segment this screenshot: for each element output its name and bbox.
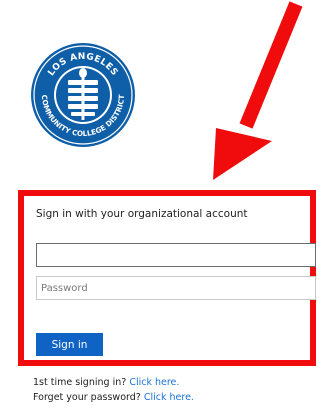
- first-time-text: 1st time signing in?: [33, 377, 127, 388]
- signin-heading: Sign in with your organizational account: [36, 208, 248, 220]
- username-field[interactable]: [36, 243, 316, 267]
- forgot-password-link[interactable]: Click here.: [144, 392, 194, 403]
- password-field[interactable]: [36, 276, 316, 300]
- forgot-password-help: Forget your password? Click here.: [33, 392, 194, 403]
- first-time-link[interactable]: Click here.: [129, 377, 179, 388]
- forgot-password-text: Forget your password?: [33, 392, 141, 403]
- first-time-help: 1st time signing in? Click here.: [33, 377, 179, 388]
- laccd-logo: LOS ANGELES COMMUNITY COLLEGE DISTRICT: [31, 43, 135, 147]
- signin-button[interactable]: Sign in: [36, 333, 103, 356]
